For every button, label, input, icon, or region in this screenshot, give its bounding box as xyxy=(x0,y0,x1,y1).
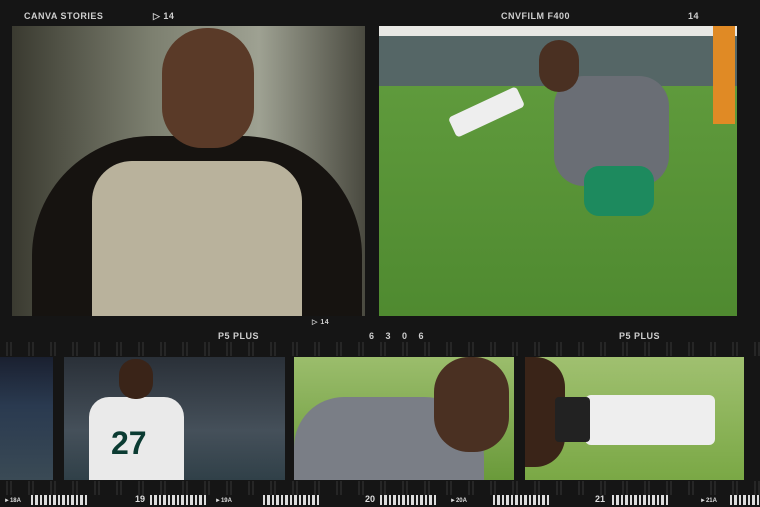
frame-number: ►18A xyxy=(4,498,21,504)
dx-barcode xyxy=(380,495,436,505)
dx-barcode xyxy=(493,495,549,505)
frame-number: ►21A xyxy=(700,498,717,504)
dx-barcode xyxy=(263,495,319,505)
camera-lens xyxy=(585,395,715,445)
frame-number: 14 xyxy=(320,319,330,326)
frame-number: 19 xyxy=(135,494,146,504)
frame-number: ►19A xyxy=(215,498,232,504)
dx-barcode xyxy=(31,495,87,505)
photo-celebrating-player: 27 xyxy=(64,357,285,480)
person-head xyxy=(162,28,254,148)
film-label: CNVFILM F400 xyxy=(501,11,571,21)
dx-barcode xyxy=(612,495,668,505)
photo-stadium-lights xyxy=(0,357,53,480)
sprocket-holes-bottom xyxy=(0,481,760,495)
jersey-number: 27 xyxy=(111,425,147,461)
photo-portrait xyxy=(12,26,365,316)
dx-barcode xyxy=(150,495,206,505)
frame-number: 20 xyxy=(365,494,376,504)
stock-label-left: P5 PLUS xyxy=(218,331,260,341)
brand-label: CANVA STORIES xyxy=(24,11,104,21)
player-head xyxy=(119,359,153,399)
camera-body xyxy=(555,397,590,442)
photo-photographer-crouching xyxy=(379,26,737,316)
person-head xyxy=(539,40,579,92)
stock-label-right: P5 PLUS xyxy=(619,331,661,341)
edge-code: 6 3 0 6 xyxy=(369,331,425,341)
person-head xyxy=(434,357,509,452)
photo-photographer-closeup xyxy=(294,357,514,480)
camera-lens xyxy=(447,86,526,138)
frame-number: ►20A xyxy=(450,498,467,504)
photo-camera-closeup xyxy=(525,357,744,480)
person-shorts xyxy=(584,166,654,216)
person-vest xyxy=(92,161,302,316)
sprocket-holes xyxy=(0,342,760,356)
frame-number: 14 xyxy=(163,11,175,21)
frame-marker-middle: ▷ 14 xyxy=(312,319,330,326)
frame-label-right: 14 xyxy=(688,11,700,21)
frame-label-left: ▷ 14 xyxy=(153,11,175,21)
frame-number: 21 xyxy=(595,494,606,504)
goalpost xyxy=(713,26,735,124)
dx-barcode xyxy=(730,495,760,505)
